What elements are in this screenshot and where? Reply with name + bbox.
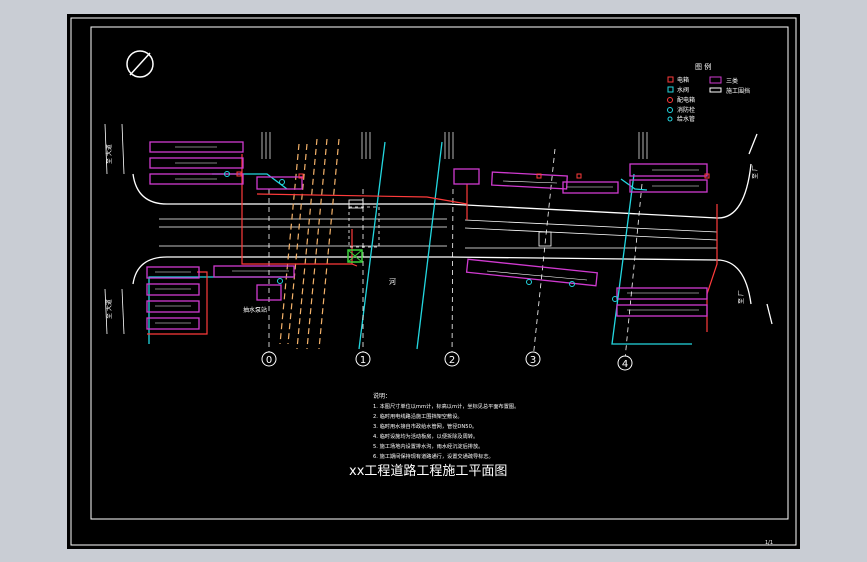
note-line: 4. 临时设施均为活动板房，以便拆除及周转。 xyxy=(373,432,478,440)
note-line: 5. 施工场地内设置排水沟，雨水经沉淀后排放。 xyxy=(373,442,483,450)
legend-item: 施工围挡 xyxy=(726,87,750,95)
right-road-label-2: 至 厂 xyxy=(738,290,745,304)
left-road-bottom-label: 至 大道 xyxy=(105,299,113,319)
axis-label: 0 xyxy=(266,355,272,366)
axis-label: 4 xyxy=(622,359,628,370)
legend-item: 给水管 xyxy=(677,115,695,123)
legend-swatch xyxy=(667,107,673,113)
axis-label: 1 xyxy=(360,355,366,366)
legend: 图 例 电箱 水阀 配电箱 消防栓 给水管 三类 施工围挡 xyxy=(667,62,750,123)
axis-markers: 0 1 2 3 4 xyxy=(261,351,633,371)
drawing-sheet: 0 1 2 3 4 河 抽水泵站 至 大道 至 大道 至 厂 至 厂 图 例 电… xyxy=(67,14,800,549)
legend-item: 电箱 xyxy=(677,76,689,84)
pump-station-icon xyxy=(347,249,363,263)
drawing-title: xx工程道路工程施工平面图 xyxy=(349,463,507,479)
note-line: 6. 施工期间保持现有道路通行，设置交通疏导标志。 xyxy=(373,452,494,460)
legend-item: 水阀 xyxy=(677,86,689,94)
left-road-top-label: 至 大道 xyxy=(105,144,113,164)
right-road-label: 至 厂 xyxy=(752,165,759,179)
legend-swatch xyxy=(667,97,673,103)
river-label: 河 xyxy=(389,278,396,286)
legend-swatch xyxy=(709,87,722,93)
legend-swatch xyxy=(667,86,674,93)
river-lines xyxy=(279,138,340,350)
axis-label: 3 xyxy=(530,355,536,366)
legend-item: 配电箱 xyxy=(677,96,695,104)
notes-block: 说明： 1. 本图尺寸单位以mm计，标高以m计，坐标见总平面布置图。 2. 临时… xyxy=(373,392,519,460)
legend-item: 三类 xyxy=(726,77,738,85)
pump-label: 抽水泵站 xyxy=(243,306,267,314)
legend-swatch xyxy=(667,116,673,122)
legend-item: 消防栓 xyxy=(677,106,695,114)
power-lines xyxy=(147,154,718,335)
note-line: 1. 本图尺寸单位以mm计，标高以m计，坐标见总平面布置图。 xyxy=(373,402,519,410)
station-labels xyxy=(261,132,648,159)
note-line: 3. 临时用水接自市政给水管网，管径DN50。 xyxy=(373,422,477,430)
north-arrow-icon xyxy=(126,50,154,78)
plan-drawing: 0 1 2 3 4 河 抽水泵站 至 大道 至 大道 至 厂 至 厂 图 例 电… xyxy=(70,17,797,546)
legend-swatch xyxy=(709,76,722,84)
water-lines xyxy=(148,141,692,350)
axis-lines xyxy=(268,148,643,360)
bridge-structure xyxy=(348,199,552,248)
axis-label: 2 xyxy=(449,355,455,366)
legend-title: 图 例 xyxy=(695,62,711,71)
legend-swatch xyxy=(667,76,674,83)
page-number: 1/1 xyxy=(765,540,773,546)
notes-heading: 说明： xyxy=(373,392,391,400)
note-line: 2. 临时用电线路沿施工围挡架空敷设。 xyxy=(373,412,463,420)
